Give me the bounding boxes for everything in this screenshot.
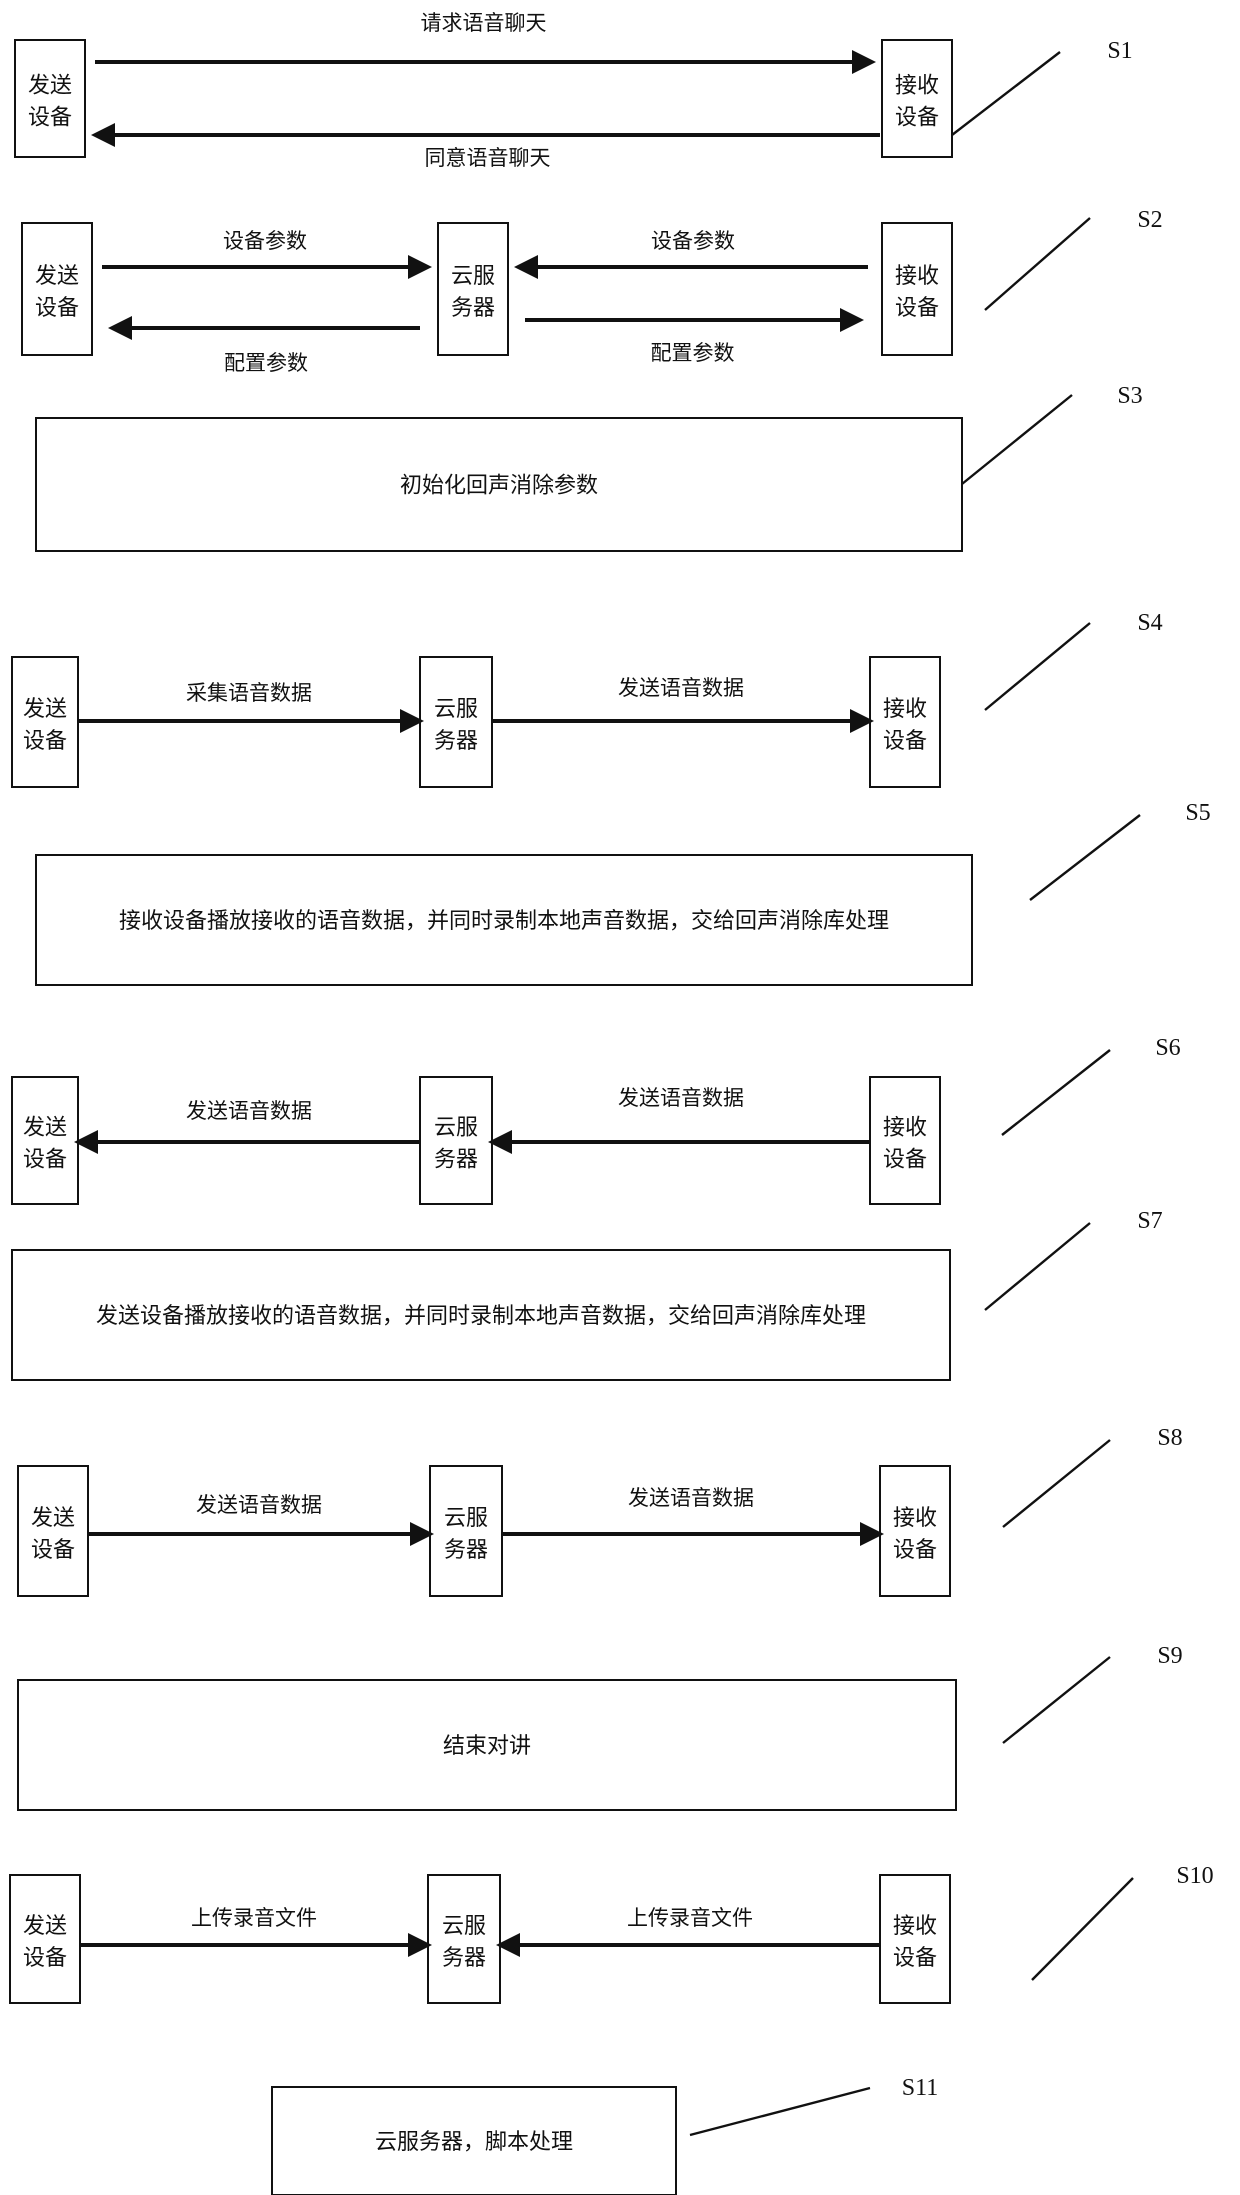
arrow-label: 发送语音数据 xyxy=(628,1486,754,1510)
node-cloud-label: 务器 xyxy=(442,1946,486,1971)
step-label-s8: S8 xyxy=(1157,1425,1182,1451)
step-label-s6: S6 xyxy=(1155,1035,1180,1061)
node-sender-label: 设备 xyxy=(23,1946,67,1971)
process-label: 接收设备播放接收的语音数据，并同时录制本地声音数据，交给回声消除库处理 xyxy=(119,909,889,934)
step-label-s1: S1 xyxy=(1107,38,1132,64)
node-receiver-label: 设备 xyxy=(893,1946,937,1971)
node-sender-label: 设备 xyxy=(23,729,67,754)
node-receiver-box xyxy=(881,39,953,158)
step-leader-line xyxy=(1001,1049,1111,1136)
step-label-s4: S4 xyxy=(1137,610,1162,636)
node-cloud-label: 云服 xyxy=(434,697,478,722)
node-receiver-box xyxy=(881,222,953,356)
arrow-label: 配置参数 xyxy=(651,341,735,365)
node-receiver-label: 接收 xyxy=(893,1914,937,1939)
node-sender-box xyxy=(14,39,86,158)
node-sender-label: 发送 xyxy=(28,74,72,99)
arrow-label: 采集语音数据 xyxy=(186,681,312,705)
node-sender-label: 设备 xyxy=(31,1538,75,1563)
node-sender-label: 设备 xyxy=(35,296,79,321)
node-cloud-label: 云服 xyxy=(451,264,495,289)
node-receiver-box xyxy=(879,1874,951,2004)
node-sender-box xyxy=(21,222,93,356)
arrow-label: 请求语音聊天 xyxy=(421,11,547,35)
arrow-label: 设备参数 xyxy=(651,229,735,253)
process-label: 发送设备播放接收的语音数据，并同时录制本地声音数据，交给回声消除库处理 xyxy=(96,1304,866,1329)
step-label-s9: S9 xyxy=(1157,1643,1182,1669)
step-leader-line xyxy=(951,51,1061,136)
node-sender-box xyxy=(11,656,79,788)
node-sender-label: 设备 xyxy=(28,106,72,131)
node-sender-label: 发送 xyxy=(23,1116,67,1141)
arrow-label: 同意语音聊天 xyxy=(425,146,551,170)
node-receiver-box xyxy=(869,1076,941,1205)
node-receiver-label: 设备 xyxy=(895,296,939,321)
node-cloud-label: 云服 xyxy=(434,1116,478,1141)
node-sender-label: 发送 xyxy=(23,1914,67,1939)
step-leader-line xyxy=(1002,1656,1111,1744)
node-receiver-label: 接收 xyxy=(883,1116,927,1141)
node-sender-box xyxy=(11,1076,79,1205)
step-leader-line xyxy=(984,1222,1091,1311)
step-leader-line xyxy=(1031,1877,1134,1981)
node-receiver-label: 设备 xyxy=(883,1148,927,1173)
step-leader-line xyxy=(1029,814,1141,901)
arrow-label: 上传录音文件 xyxy=(627,1906,753,1930)
node-sender-label: 发送 xyxy=(35,264,79,289)
node-receiver-label: 接收 xyxy=(895,74,939,99)
node-sender-label: 发送 xyxy=(31,1506,75,1531)
arrow-label: 上传录音文件 xyxy=(191,1906,317,1930)
node-receiver-label: 接收 xyxy=(895,264,939,289)
node-receiver-box xyxy=(879,1465,951,1597)
node-cloud-label: 务器 xyxy=(451,296,495,321)
process-label: 初始化回声消除参数 xyxy=(400,474,598,499)
step-leader-line xyxy=(984,217,1091,311)
node-cloud-box xyxy=(419,1076,493,1205)
node-cloud-box xyxy=(437,222,509,356)
node-cloud-label: 云服 xyxy=(444,1506,488,1531)
node-cloud-label: 务器 xyxy=(434,729,478,754)
node-cloud-box xyxy=(427,1874,501,2004)
step-leader-line xyxy=(984,622,1091,711)
process-label: 结束对讲 xyxy=(443,1734,531,1759)
step-leader-line xyxy=(689,2086,871,2137)
step-label-s5: S5 xyxy=(1185,800,1210,826)
node-receiver-label: 设备 xyxy=(893,1538,937,1563)
step-label-s10: S10 xyxy=(1176,1863,1213,1889)
node-receiver-label: 接收 xyxy=(893,1506,937,1531)
step-label-s3: S3 xyxy=(1117,383,1142,409)
step-leader-line xyxy=(961,394,1073,485)
node-cloud-box xyxy=(429,1465,503,1597)
process-label: 云服务器，脚本处理 xyxy=(375,2130,573,2155)
node-cloud-label: 云服 xyxy=(442,1914,486,1939)
node-sender-box xyxy=(9,1874,81,2004)
node-cloud-box xyxy=(419,656,493,788)
node-sender-box xyxy=(17,1465,89,1597)
step-label-s7: S7 xyxy=(1137,1208,1162,1234)
node-sender-label: 发送 xyxy=(23,697,67,722)
node-sender-label: 设备 xyxy=(23,1148,67,1173)
arrow-label: 发送语音数据 xyxy=(186,1099,312,1123)
flow-diagram: 发送设备接收设备请求语音聊天同意语音聊天S1发送设备云服务器接收设备设备参数配置… xyxy=(9,11,1214,2195)
arrow-label: 发送语音数据 xyxy=(196,1493,322,1517)
node-receiver-box xyxy=(869,656,941,788)
arrow-label: 配置参数 xyxy=(224,351,308,375)
arrow-label: 设备参数 xyxy=(223,229,307,253)
node-cloud-label: 务器 xyxy=(444,1538,488,1563)
node-cloud-label: 务器 xyxy=(434,1148,478,1173)
step-label-s2: S2 xyxy=(1137,207,1162,233)
step-leader-line xyxy=(1002,1439,1111,1528)
node-receiver-label: 接收 xyxy=(883,697,927,722)
arrow-label: 发送语音数据 xyxy=(618,1086,744,1110)
step-label-s11: S11 xyxy=(902,2075,938,2101)
node-receiver-label: 设备 xyxy=(895,106,939,131)
node-receiver-label: 设备 xyxy=(883,729,927,754)
arrow-label: 发送语音数据 xyxy=(618,676,744,700)
